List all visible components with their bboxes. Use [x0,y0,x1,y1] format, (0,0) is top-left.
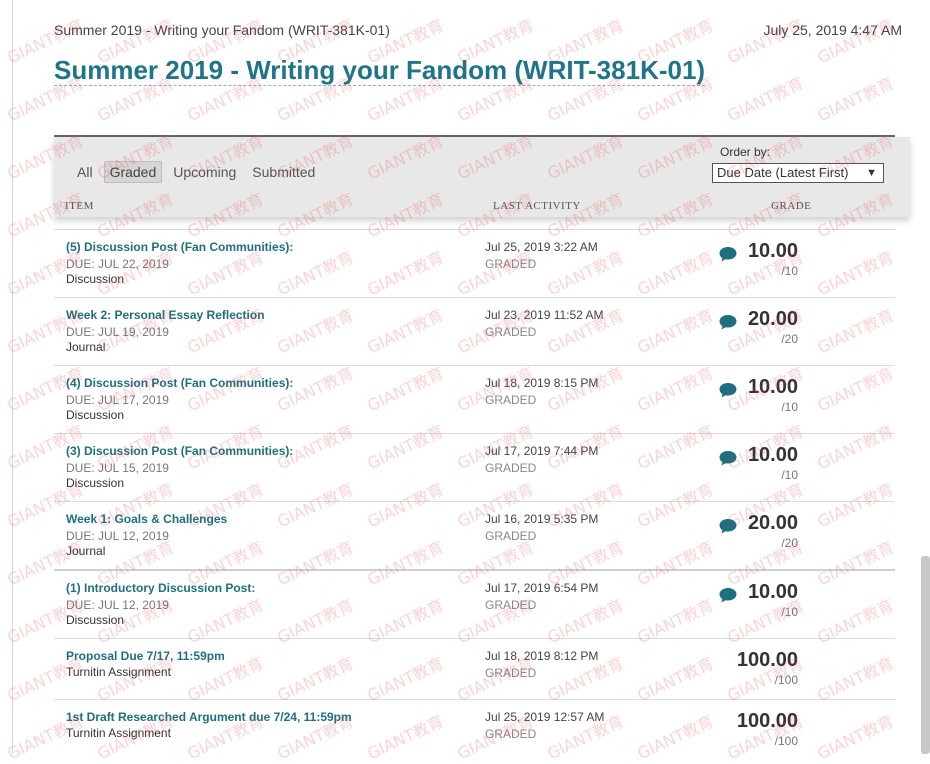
item-type: Discussion [66,613,125,627]
score: 10.00 [747,444,798,466]
item-link[interactable]: Week 2: Personal Essay Reflection [66,308,265,322]
last-activity: Jul 23, 2019 11:52 AM [485,308,604,322]
comment-icon[interactable] [718,244,738,264]
due-date: DUE: JUL 22, 2019 [66,257,169,271]
item-link[interactable]: (5) Discussion Post (Fan Communities): [66,240,293,254]
current-datetime: July 25, 2019 4:47 AM [763,22,902,38]
grade-row: (3) Discussion Post (Fan Communities): D… [54,433,895,501]
score-out-of: /100 [774,734,798,748]
status: GRADED [485,325,537,339]
status: GRADED [485,666,537,680]
score: 20.00 [747,512,798,534]
course-short-name: Summer 2019 - Writing your Fandom (WRIT-… [54,22,390,38]
status: GRADED [485,257,537,271]
item-type: Journal [66,340,106,354]
item-link[interactable]: (3) Discussion Post (Fan Communities): [66,444,293,458]
grades-toolbar: All Graded Upcoming Submitted Order by: Due… [54,137,910,217]
score-out-of: /10 [781,468,798,482]
score: 10.00 [747,240,798,262]
item-type: Discussion [66,272,125,286]
last-activity: Jul 18, 2019 8:15 PM [485,376,599,390]
column-grade[interactable]: GRADE [771,200,811,212]
status: GRADED [485,727,537,741]
item-link[interactable]: Week 1: Goals & Challenges [66,512,227,526]
item-type: Journal [66,544,106,558]
last-activity: Jul 17, 2019 6:54 PM [485,581,599,595]
grade-row: (1) Introductory Discussion Post: DUE: J… [54,569,895,638]
due-date: DUE: JUL 12, 2019 [66,529,169,543]
item-link[interactable]: (1) Introductory Discussion Post: [66,581,255,595]
filter-graded[interactable]: Graded [103,161,163,183]
comment-icon[interactable] [718,448,738,468]
score: 10.00 [747,376,798,398]
item-type: Turnitin Assignment [66,665,171,679]
dropdown-arrow-icon: ▼ [866,167,877,179]
last-activity: Jul 18, 2019 8:12 PM [485,649,599,663]
status: GRADED [485,598,537,612]
item-type: Discussion [66,408,125,422]
status: GRADED [485,461,537,475]
score: 100.00 [736,649,798,671]
order-by-label: Order by: [720,145,771,159]
comment-icon[interactable] [718,516,738,536]
score: 10.00 [747,581,798,603]
item-type: Turnitin Assignment [66,726,171,740]
due-date: DUE: JUL 15, 2019 [66,461,169,475]
top-bar: Summer 2019 - Writing your Fandom (WRIT-… [54,22,902,42]
last-activity: Jul 17, 2019 7:44 PM [485,444,599,458]
score: 20.00 [747,308,798,330]
score: 100.00 [736,710,798,732]
comment-icon[interactable] [718,312,738,332]
score-out-of: /20 [781,332,798,346]
score-out-of: /100 [774,673,798,687]
item-link[interactable]: (4) Discussion Post (Fan Communities): [66,376,293,390]
grade-row: 1st Draft Researched Argument due 7/24, … [54,699,895,760]
watermark-text: GIANT教育 [814,73,897,126]
column-item[interactable]: ITEM [65,200,94,212]
scrollbar-thumb[interactable] [921,556,930,754]
score-out-of: /10 [781,264,798,278]
item-type: Discussion [66,476,125,490]
comment-icon[interactable] [718,380,738,400]
grade-row: Proposal Due 7/17, 11:59pm Turnitin Assi… [54,638,895,699]
grade-row: (4) Discussion Post (Fan Communities): D… [54,365,895,433]
grade-row: Week 2: Personal Essay Reflection DUE: J… [54,297,895,365]
order-by-value: Due Date (Latest First) [717,165,849,180]
item-link[interactable]: 1st Draft Researched Argument due 7/24, … [66,710,352,724]
filter-upcoming[interactable]: Upcoming [168,162,241,182]
item-link[interactable]: Proposal Due 7/17, 11:59pm [66,649,225,663]
score-out-of: /10 [781,605,798,619]
last-activity: Jul 25, 2019 3:22 AM [485,240,598,254]
due-date: DUE: JUL 17, 2019 [66,393,169,407]
due-date: DUE: JUL 19, 2019 [66,325,169,339]
last-activity: Jul 25, 2019 12:57 AM [485,710,605,724]
comment-icon[interactable] [718,585,738,605]
grade-row: Week 1: Goals & Challenges DUE: JUL 12, … [54,501,895,569]
score-out-of: /20 [781,536,798,550]
grade-row: (5) Discussion Post (Fan Communities): D… [54,229,895,297]
filter-tabs: All Graded Upcoming Submitted [72,161,326,183]
filter-all[interactable]: All [72,162,98,182]
due-date: DUE: JUL 12, 2019 [66,598,169,612]
column-last-activity[interactable]: LAST ACTIVITY [493,200,581,212]
watermark-text: GIANT教育 [724,73,807,126]
order-by-select[interactable]: Due Date (Latest First) ▼ [712,163,884,183]
page-title[interactable]: Summer 2019 - Writing your Fandom (WRIT-… [54,55,706,86]
status: GRADED [485,393,537,407]
grades-list: (5) Discussion Post (Fan Communities): D… [54,229,895,760]
last-activity: Jul 16, 2019 5:35 PM [485,512,599,526]
status: GRADED [485,529,537,543]
left-divider [12,0,13,754]
filter-submitted[interactable]: Submitted [247,162,320,182]
score-out-of: /10 [781,400,798,414]
